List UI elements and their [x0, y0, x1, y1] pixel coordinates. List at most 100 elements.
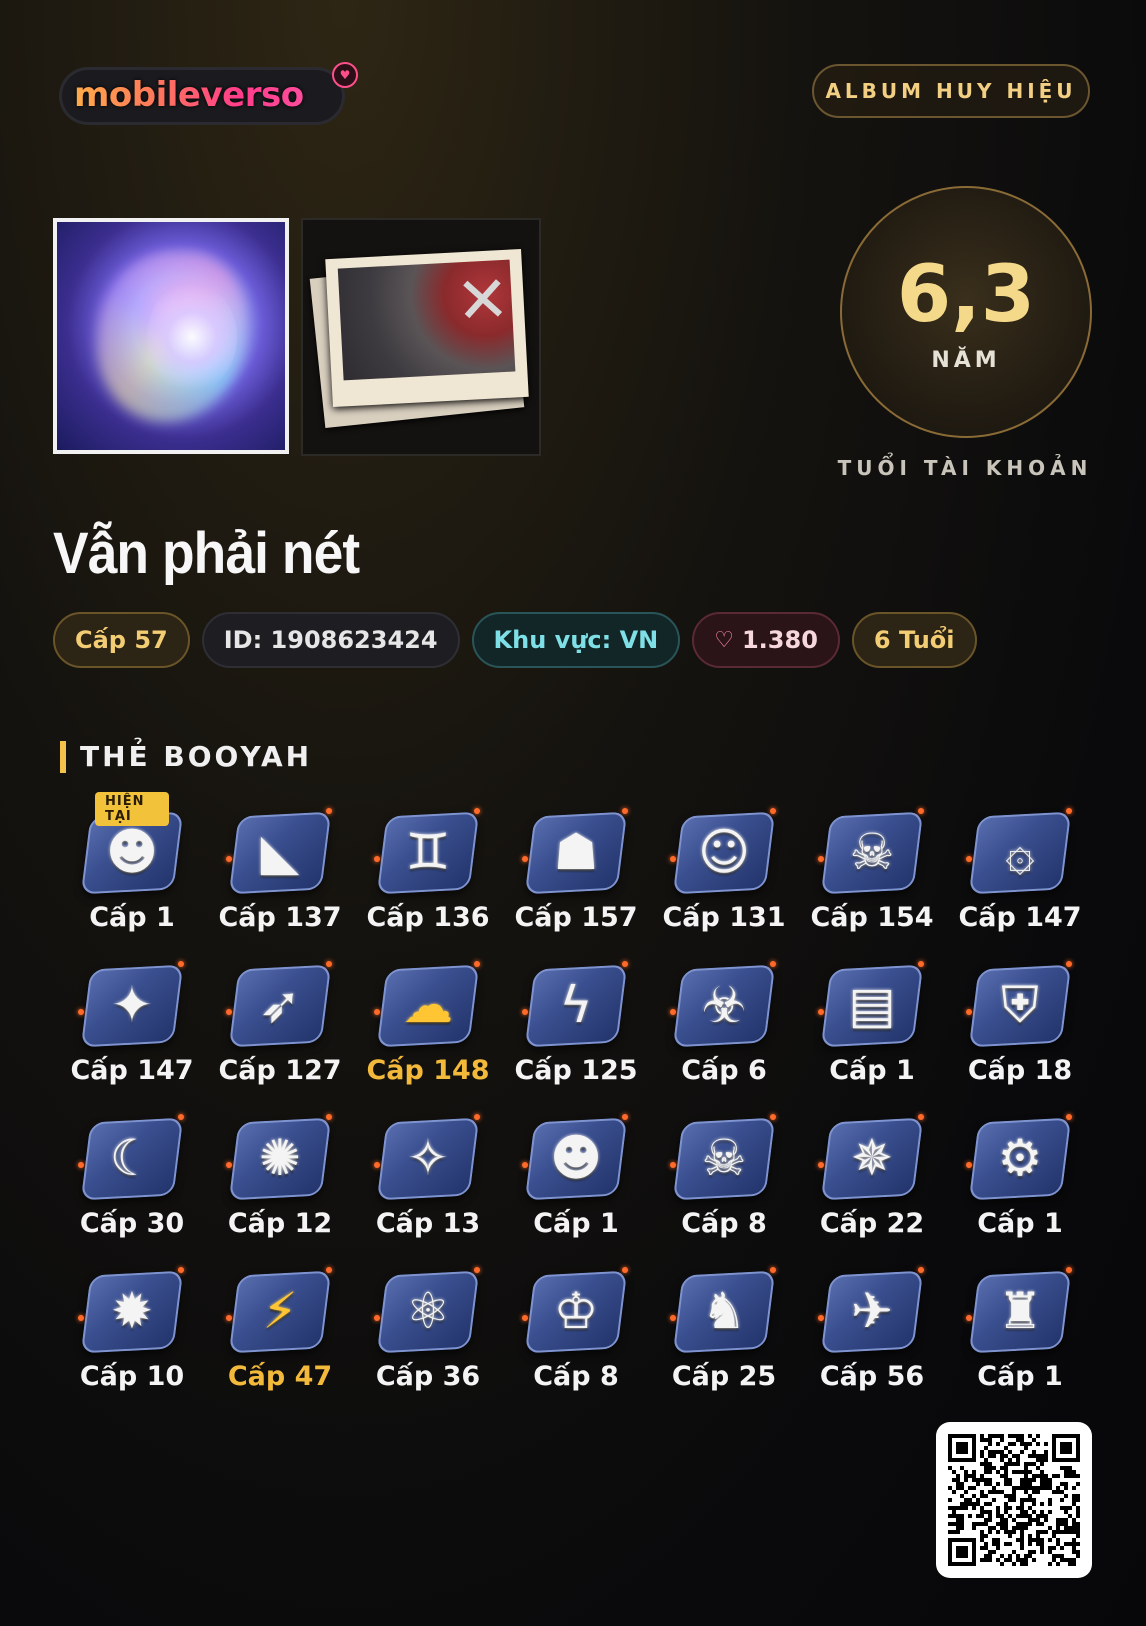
qr-code[interactable]	[936, 1422, 1092, 1578]
spark-dot	[474, 1114, 480, 1120]
booyah-card[interactable]: ✈ Cấp 56	[798, 1259, 946, 1412]
spark-dot	[226, 1162, 232, 1168]
card-level-label: Cấp 137	[218, 902, 342, 933]
spark-dot	[670, 1162, 676, 1168]
account-age-value: 6,3	[896, 249, 1036, 340]
spark-dot	[918, 961, 924, 967]
spark-dot	[1066, 1267, 1072, 1273]
spark-dot	[326, 808, 332, 814]
booyah-card[interactable]: ✹ Cấp 10	[58, 1259, 206, 1412]
booyah-card[interactable]: ◣ Cấp 137	[206, 800, 354, 953]
warrior-face-icon: ☗	[522, 806, 628, 898]
booyah-card[interactable]: ➶ Cấp 127	[206, 953, 354, 1106]
spark-dot	[374, 856, 380, 862]
player-name: Vẫn phải nét	[53, 521, 360, 586]
booyah-card[interactable]: ☠ Cấp 154	[798, 800, 946, 953]
booyah-card[interactable]: ☻ Cấp 1	[502, 1106, 650, 1259]
archer-icon: ➶	[226, 959, 332, 1051]
booyah-card[interactable]: ♔ Cấp 8	[502, 1259, 650, 1412]
booyah-section-title: THẺ BOOYAH	[60, 740, 312, 773]
spark-dot	[966, 856, 972, 862]
spark-dot	[818, 1315, 824, 1321]
booyah-card[interactable]: ☁ Cấp 148	[354, 953, 502, 1106]
booyah-card[interactable]: ♞ Cấp 25	[650, 1259, 798, 1412]
booyah-card[interactable]: ♊ Cấp 136	[354, 800, 502, 953]
spark-dot	[374, 1162, 380, 1168]
card-level-label: Cấp 18	[967, 1055, 1073, 1086]
booyah-card[interactable]: ϟ Cấp 125	[502, 953, 650, 1106]
spark-dot	[78, 1162, 84, 1168]
card-level-label: Cấp 154	[810, 902, 934, 933]
card-glyph: ✹	[111, 1282, 153, 1340]
card-glyph: ➶	[259, 976, 301, 1034]
spark-dot	[1066, 1114, 1072, 1120]
card-glyph: ◣	[260, 823, 300, 881]
banner-card[interactable]: ✕	[301, 218, 541, 456]
card-level-label: Cấp 6	[681, 1055, 767, 1086]
tv-icon: ▤	[818, 959, 924, 1051]
booyah-card[interactable]: ♜ Cấp 1	[946, 1259, 1094, 1412]
card-glyph: ♜	[997, 1282, 1043, 1340]
card-glyph: ☠	[701, 1129, 747, 1187]
booyah-card[interactable]: ☣ Cấp 6	[650, 953, 798, 1106]
card-level-label: Cấp 22	[819, 1208, 925, 1239]
spark-dot	[178, 1267, 184, 1273]
mobileverso-logo[interactable]: mobileverso ♥	[62, 60, 358, 130]
card-glyph: ✦	[111, 976, 153, 1034]
card-level-label: Cấp 36	[375, 1361, 481, 1392]
album-button[interactable]: ALBUM HUY HIỆU	[812, 64, 1090, 118]
booyah-card[interactable]: ✺ Cấp 12	[206, 1106, 354, 1259]
booyah-card[interactable]: ☠ Cấp 8	[650, 1106, 798, 1259]
card-level-label: Cấp 30	[79, 1208, 185, 1239]
shield-skull-icon: ⛨	[966, 959, 1072, 1051]
age-badge: 6 Tuổi	[851, 612, 977, 668]
booyah-card[interactable]: ▤ Cấp 1	[798, 953, 946, 1106]
spark-dot	[1066, 961, 1072, 967]
spark-dot	[770, 1114, 776, 1120]
booyah-card[interactable]: ⚛ Cấp 36	[354, 1259, 502, 1412]
card-glyph: ♊	[405, 823, 451, 881]
booyah-card[interactable]: ⚡ Cấp 47	[206, 1259, 354, 1412]
card-level-label: Cấp 10	[79, 1361, 185, 1392]
booyah-card[interactable]: HIỆN TẠI ☻ Cấp 1	[58, 792, 206, 953]
spark-dot	[918, 808, 924, 814]
booyah-card[interactable]: ✵ Cấp 22	[798, 1106, 946, 1259]
booyah-card[interactable]: ✦ Cấp 147	[58, 953, 206, 1106]
spark-dot	[966, 1162, 972, 1168]
card-glyph: ⚡	[262, 1282, 298, 1340]
booyah-card[interactable]: ☾ Cấp 30	[58, 1106, 206, 1259]
card-glyph: ♞	[701, 1282, 747, 1340]
avatar[interactable]	[53, 218, 289, 454]
robot-icon: ⚙	[966, 1112, 1072, 1204]
booyah-card[interactable]: ☗ Cấp 157	[502, 800, 650, 953]
spark-dot	[522, 856, 528, 862]
booyah-card[interactable]: ⚙ Cấp 1	[946, 1106, 1094, 1259]
section-title-text: THẺ BOOYAH	[80, 740, 313, 773]
player-id-badge[interactable]: ID: 1908623424	[201, 612, 460, 668]
qr-code-image	[948, 1434, 1080, 1566]
demon-mask-icon: ☣	[670, 959, 776, 1051]
level-badge: Cấp 57	[53, 612, 190, 668]
likes-badge[interactable]: ♡ 1.380	[692, 612, 840, 668]
booyah-card[interactable]: ⛨ Cấp 18	[946, 953, 1094, 1106]
heart-icon: ♥	[332, 62, 358, 88]
booyah-card[interactable]: ۞ Cấp 147	[946, 800, 1094, 953]
card-level-label: Cấp 157	[514, 902, 638, 933]
card-glyph: ♔	[553, 1282, 599, 1340]
spark-dot	[226, 856, 232, 862]
frog-icon: ☻	[522, 1112, 628, 1204]
booyah-card-grid: HIỆN TẠI ☻ Cấp 1 ◣ Cấp 137 ♊ Cấp 136 ☗ Cấp 157 ☺ C…	[58, 792, 1088, 1412]
spark-dot	[622, 1267, 628, 1273]
booyah-card[interactable]: ☺ Cấp 131	[650, 800, 798, 953]
card-glyph: ✵	[851, 1129, 893, 1187]
player-tags: Cấp 57 ID: 1908623424 Khu vực: VN ♡ 1.38…	[53, 612, 977, 668]
card-level-label: Cấp 1	[977, 1361, 1063, 1392]
card-glyph: ϟ	[559, 976, 593, 1034]
booyah-card[interactable]: ✧ Cấp 13	[354, 1106, 502, 1259]
spark-dot	[522, 1009, 528, 1015]
card-level-label: Cấp 47	[227, 1361, 333, 1392]
fox-icon: ✦	[78, 959, 184, 1051]
spark-dot	[622, 1114, 628, 1120]
banner-card-front: ✕	[325, 248, 529, 408]
card-level-label: Cấp 8	[533, 1361, 619, 1392]
